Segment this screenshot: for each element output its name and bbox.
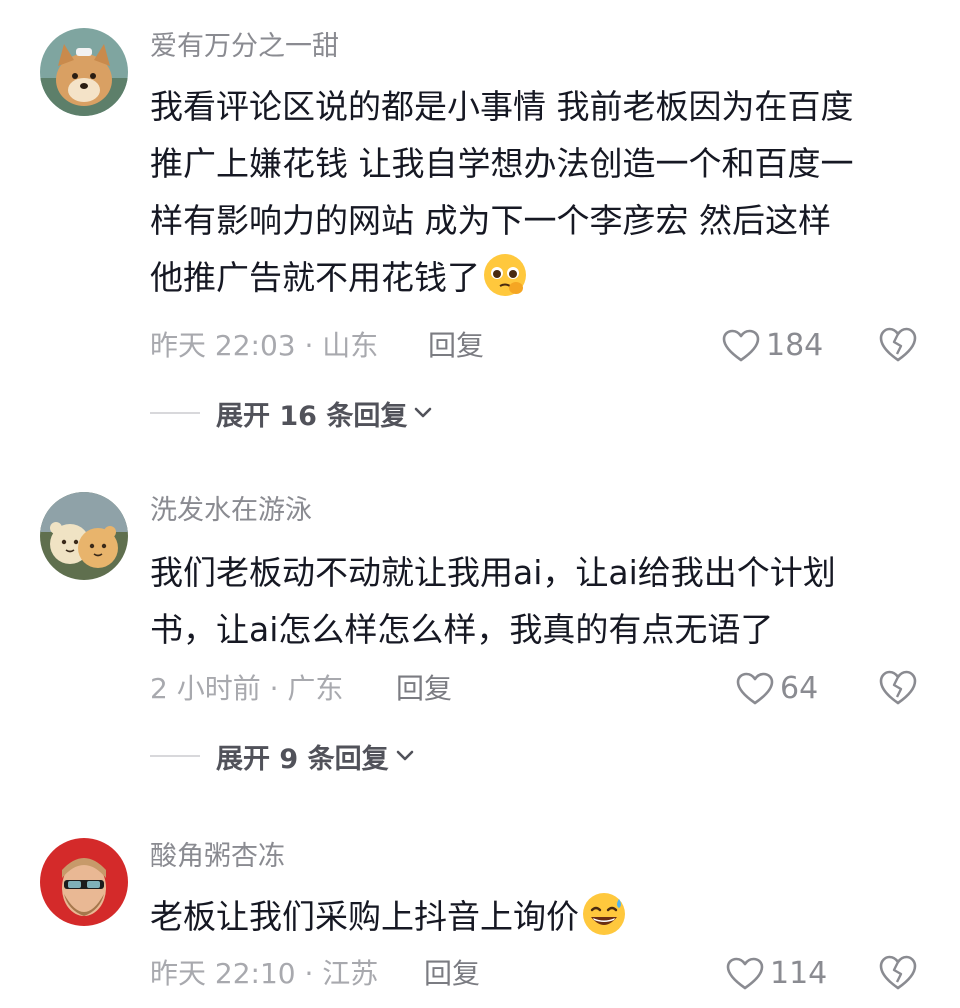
comment-line: 我们老板动不动就让我用ai，让ai给我出个计划 (150, 553, 836, 592)
comment-line: 样有影响力的网站 成为下一个李彦宏 然后这样 (150, 201, 831, 240)
like-count: 114 (770, 956, 828, 991)
broken-heart-icon (879, 670, 917, 705)
reply-button[interactable]: 回复 (428, 328, 484, 364)
comment-text: 我看评论区说的都是小事情 我前老板因为在百度 推广上嫌花钱 让我自学想办法创造一… (150, 78, 920, 306)
like-count: 64 (780, 671, 819, 706)
comment-text: 老板让我们采购上抖音上询价 (150, 888, 920, 945)
pleading-face-emoji-icon (484, 254, 526, 296)
comment-line: 推广上嫌花钱 让我自学想办法创造一个和百度一 (150, 144, 854, 183)
comment-line-text: 老板让我们采购上抖音上询价 (150, 897, 579, 936)
heart-icon (726, 957, 764, 990)
heart-icon (736, 672, 774, 705)
broken-heart-icon (879, 955, 917, 990)
like-count: 184 (766, 328, 824, 363)
expand-replies-label: 展开 16 条回复 (216, 400, 408, 432)
dislike-button[interactable] (878, 954, 918, 994)
comment-line-text: 他推广告就不用花钱了 (150, 258, 480, 297)
avatar[interactable] (40, 492, 128, 580)
heart-icon (722, 329, 760, 362)
bear-dolls-avatar-icon (40, 492, 128, 580)
dislike-button[interactable] (878, 326, 918, 366)
avatar[interactable] (40, 28, 128, 116)
comment-line: 老板让我们采购上抖音上询价 (150, 888, 920, 945)
comment-line: 我看评论区说的都是小事情 我前老板因为在百度 (150, 87, 854, 126)
broken-heart-icon (879, 327, 917, 362)
dislike-button[interactable] (878, 669, 918, 709)
like-button[interactable]: 184 (722, 326, 823, 366)
comment-meta: 2 小时前 · 广东 (150, 672, 344, 705)
grinning-sweat-emoji-icon (583, 893, 625, 935)
like-button[interactable]: 114 (726, 954, 827, 994)
divider (150, 412, 200, 414)
reply-button[interactable]: 回复 (424, 956, 480, 992)
chevron-down-icon (396, 750, 413, 761)
comment-line: 他推广告就不用花钱了 (150, 249, 920, 306)
bearded-man-avatar-icon (40, 838, 128, 926)
username[interactable]: 洗发水在游泳 (150, 494, 312, 528)
username[interactable]: 爱有万分之一甜 (150, 30, 339, 64)
expand-replies[interactable]: 展开 16 条回复 (150, 393, 433, 433)
chevron-down-icon (415, 407, 432, 418)
comment-line: 书，让ai怎么样怎么样，我真的有点无语了 (150, 610, 774, 649)
comment-meta: 昨天 22:10 · 江苏 (150, 957, 379, 990)
comment-text: 我们老板动不动就让我用ai，让ai给我出个计划 书，让ai怎么样怎么样，我真的有… (150, 544, 920, 658)
comment-meta: 昨天 22:03 · 山东 (150, 329, 379, 362)
expand-replies-label: 展开 9 条回复 (216, 743, 389, 775)
like-button[interactable]: 64 (736, 669, 818, 709)
divider (150, 755, 200, 757)
shiba-dog-avatar-icon (40, 28, 128, 116)
avatar[interactable] (40, 838, 128, 926)
reply-button[interactable]: 回复 (396, 671, 452, 707)
username[interactable]: 酸角粥杏冻 (150, 840, 285, 874)
expand-replies[interactable]: 展开 9 条回复 (150, 736, 415, 776)
